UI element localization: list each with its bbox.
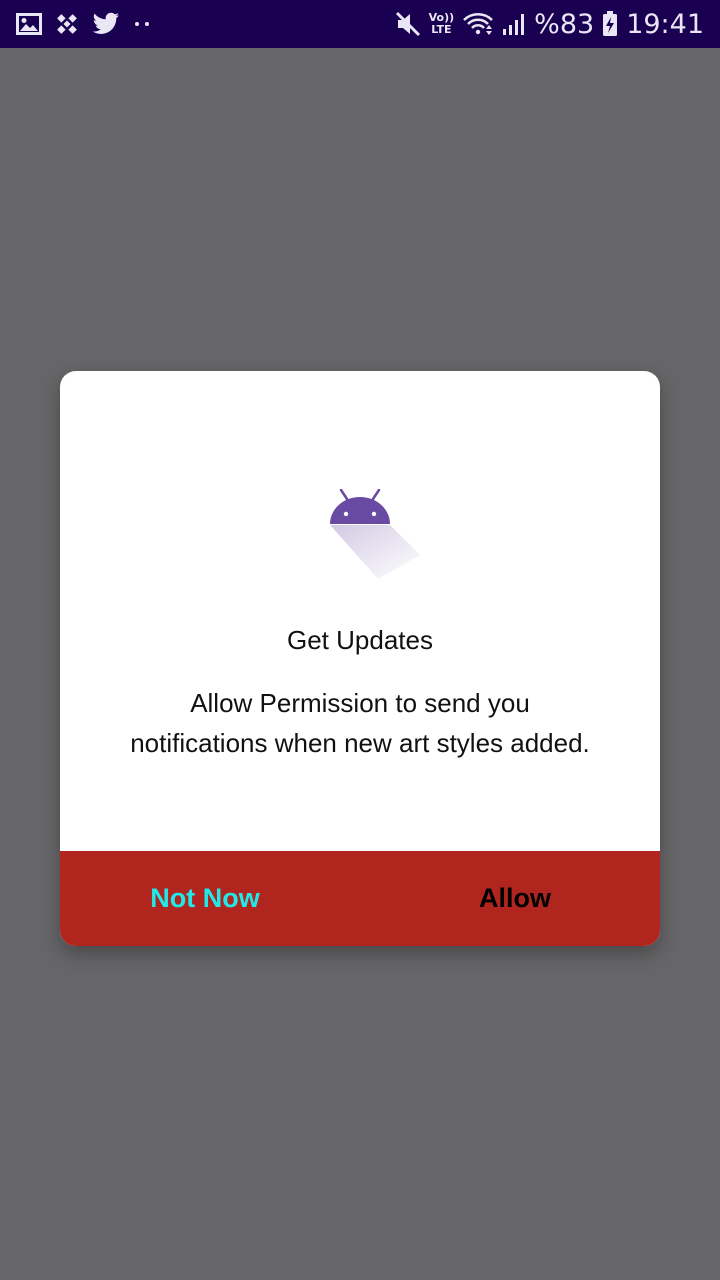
notification-icons (16, 11, 154, 37)
allow-button[interactable]: Allow (352, 851, 660, 946)
volte-bottom-label: LTE (431, 23, 452, 36)
mute-icon (395, 11, 421, 37)
dialog-action-bar: Not Now Allow (60, 851, 660, 946)
battery-charging-icon (602, 11, 618, 37)
dialog-message: Allow Permission to send you notificatio… (130, 688, 590, 758)
wifi-icon (462, 11, 494, 37)
clock: 19:41 (626, 8, 704, 40)
volte-icon: Vo)) LTE (429, 12, 455, 36)
binance-icon (54, 11, 80, 37)
gallery-icon (16, 13, 42, 35)
dialog-title: Get Updates (287, 625, 433, 655)
twitter-icon (92, 12, 120, 36)
status-bar: Vo)) LTE %83 19:41 (0, 0, 720, 48)
permission-dialog: Get Updates Allow Permission to send you… (60, 371, 660, 946)
system-icons: Vo)) LTE %83 19:41 (395, 9, 704, 40)
not-now-button[interactable]: Not Now (60, 851, 352, 946)
more-notifications-icon (132, 19, 154, 29)
android-robot-icon (330, 488, 430, 589)
battery-percent: %83 (534, 8, 595, 40)
signal-icon (502, 12, 526, 36)
